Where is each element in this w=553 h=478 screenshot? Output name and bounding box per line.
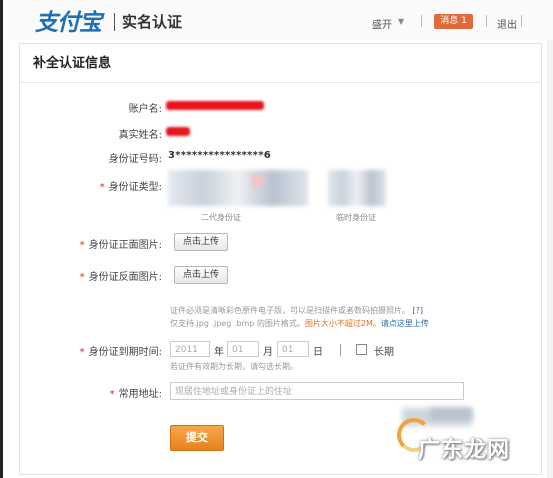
id-type-photo-accent: [252, 175, 264, 187]
month-unit: 月: [263, 347, 273, 358]
address-input[interactable]: 现居住地址或身份证上的住址: [170, 382, 464, 400]
front-image-label: * 身份证正面图片:: [79, 240, 162, 251]
year-unit: 年: [214, 347, 224, 358]
id-number-label: 身份证号码:: [108, 154, 162, 165]
day-unit: 日: [313, 347, 323, 358]
upload-back-button[interactable]: 点击上传: [174, 266, 228, 284]
divider: [340, 344, 341, 356]
address-label: * 常用地址:: [109, 389, 162, 400]
upload-note-formats: 仅支持.jpg .jpeg .bmp 的图片格式。图片大小不超过2M。请点这里上…: [170, 319, 429, 328]
id-type-second-gen-image[interactable]: [168, 170, 308, 206]
expiry-day-input[interactable]: 01: [277, 341, 309, 357]
long-term-checkbox[interactable]: [356, 344, 367, 355]
page-title: 补全认证信息: [33, 56, 112, 71]
user-menu[interactable]: 盛开: [372, 16, 392, 31]
logout-link[interactable]: 退出: [497, 16, 517, 31]
expiry-label: * 身份证到期时间:: [79, 347, 162, 358]
submit-button[interactable]: 提交: [170, 425, 224, 451]
real-name-value-redacted: [166, 127, 190, 136]
page-frame: 支付宝 实名认证 盛开 ▼ 消息 1 退出 补全认证信息 账户名: 真实姓名: …: [0, 0, 553, 478]
help-icon[interactable]: [?]: [413, 306, 424, 315]
upload-note: 证件必须是清晰彩色原件电子版，可以是扫描件或者数码拍摄照片。 [?]: [170, 306, 424, 315]
id-type-caption: 临时身份证: [336, 213, 376, 222]
messages-badge[interactable]: 消息 1: [434, 14, 473, 29]
upload-front-button[interactable]: 点击上传: [174, 233, 228, 251]
upload-help-link[interactable]: 请点这里上传: [381, 319, 429, 328]
long-term-label: 长期: [374, 347, 394, 358]
watermark-text: 广东龙网: [418, 437, 511, 463]
window-left-edge: [0, 0, 3, 478]
id-type-temporary-image[interactable]: [328, 170, 386, 206]
watermark-blur: [430, 408, 472, 420]
account-label: 账户名:: [128, 104, 162, 115]
id-number-value: 3****************6: [168, 150, 271, 161]
id-type-label: * 身份证类型:: [99, 182, 162, 193]
alipay-logo[interactable]: 支付宝: [35, 3, 102, 37]
account-value-redacted: [166, 101, 264, 110]
expiry-month-input[interactable]: 01: [227, 341, 259, 357]
back-image-label: * 身份证反面图片:: [79, 272, 162, 283]
top-divider: [521, 15, 522, 27]
size-limit-note: 图片大小不超过2M。: [304, 319, 381, 328]
id-type-caption: 二代身份证: [201, 213, 241, 222]
real-name-label: 真实姓名:: [118, 130, 162, 141]
expiry-year-input[interactable]: 2011: [170, 341, 210, 357]
window-right-edge: [547, 0, 553, 478]
logo-divider: [114, 13, 115, 31]
top-divider: [421, 15, 422, 27]
top-divider: [486, 15, 487, 27]
chevron-down-icon[interactable]: ▼: [398, 17, 404, 26]
logo-subtitle: 实名认证: [122, 13, 183, 31]
expiry-note: 若证件有效期为长期，请勾选长期。: [170, 362, 298, 371]
title-divider: [20, 82, 540, 83]
